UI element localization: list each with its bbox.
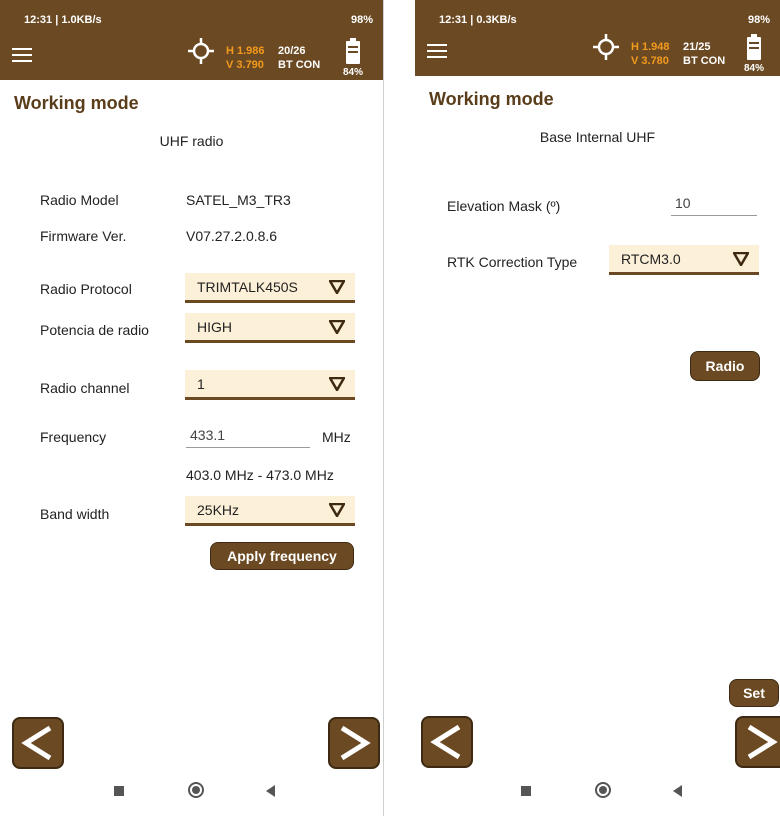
right-screen: 12:31 | 0.3KB/s 98% H 1.948 V 3.780 21/2… [415, 0, 780, 816]
radio-power-value: HIGH [197, 319, 232, 335]
satellite-count: 20/26 [278, 45, 306, 57]
left-screen: 12:31 | 1.0KB/s 98% H 1.986 V 3.790 20/2… [0, 0, 384, 816]
bluetooth-status: BT CON [683, 55, 726, 67]
screen-gap [385, 0, 415, 816]
page-title: Working mode [429, 89, 554, 109]
connection-readout: 21/25 BT CON [683, 40, 725, 68]
chevron-right-icon [747, 724, 778, 760]
band-width-label: Band width [40, 506, 110, 522]
triangle-down-icon [329, 503, 345, 517]
firmware-value: V07.27.2.0.8.6 [186, 228, 278, 244]
horizontal-precision: H 1.986 [226, 45, 265, 57]
bluetooth-status: BT CON [278, 59, 321, 71]
elevation-mask-value: 10 [675, 195, 691, 211]
radio-channel-dropdown[interactable]: 1 [185, 370, 355, 400]
vertical-precision: V 3.790 [226, 59, 264, 71]
system-nav-bar [415, 774, 780, 816]
hamburger-icon[interactable] [12, 48, 32, 64]
next-button[interactable] [735, 716, 780, 768]
battery-icon [346, 38, 360, 64]
triangle-down-icon [329, 280, 345, 294]
precision-readout: H 1.948 V 3.780 [631, 40, 670, 68]
vertical-precision: V 3.780 [631, 55, 669, 67]
back-button[interactable] [673, 785, 682, 797]
status-bar: 12:31 | 1.0KB/s 98% [0, 0, 383, 36]
band-width-value: 25KHz [197, 502, 240, 518]
frequency-value: 433.1 [190, 427, 226, 443]
rtk-correction-dropdown[interactable]: RTCM3.0 [609, 245, 759, 275]
radio-model-value: SATEL_M3_TR3 [186, 192, 291, 208]
status-battery-percent: 98% [747, 14, 770, 26]
radio-protocol-label: Radio Protocol [40, 281, 132, 297]
frequency-label: Frequency [40, 429, 107, 445]
prev-button[interactable] [12, 717, 64, 769]
crosshair-icon[interactable] [593, 34, 619, 60]
band-width-dropdown[interactable]: 25KHz [185, 496, 355, 526]
connection-readout: 20/26 BT CON [278, 44, 320, 72]
radio-protocol-value: TRIMTALK450S [197, 279, 298, 295]
satellite-count: 21/25 [683, 41, 711, 53]
status-time: 12:31 | 0.3KB/s [439, 14, 517, 26]
frequency-unit: MHz [322, 429, 351, 445]
chevron-left-icon [21, 725, 52, 761]
radio-channel-label: Radio channel [40, 380, 130, 396]
radio-protocol-dropdown[interactable]: TRIMTALK450S [185, 273, 355, 303]
app-bar: 12:31 | 1.0KB/s 98% H 1.986 V 3.790 20/2… [0, 0, 383, 80]
triangle-down-icon [733, 252, 749, 266]
status-battery-percent: 98% [350, 14, 373, 26]
crosshair-icon[interactable] [188, 38, 214, 64]
recents-button[interactable] [521, 786, 531, 796]
radio-button[interactable]: Radio [690, 351, 760, 381]
precision-readout: H 1.986 V 3.790 [226, 44, 265, 72]
next-button[interactable] [328, 717, 380, 769]
radio-power-label: Potencia de radio [40, 322, 149, 338]
page-title: Working mode [14, 93, 139, 113]
home-button[interactable] [188, 782, 204, 798]
battery-percent: 84% [743, 63, 764, 74]
battery-icon [747, 34, 761, 60]
system-nav-bar [0, 774, 383, 816]
app-bar: 12:31 | 0.3KB/s 98% H 1.948 V 3.780 21/2… [415, 0, 780, 76]
chevron-left-icon [430, 724, 461, 760]
horizontal-precision: H 1.948 [631, 41, 670, 53]
frequency-range: 403.0 MHz - 473.0 MHz [186, 467, 334, 483]
recents-button[interactable] [114, 786, 124, 796]
firmware-label: Firmware Ver. [40, 228, 127, 244]
elevation-mask-label: Elevation Mask (º) [447, 198, 561, 214]
rtk-correction-label: RTK Correction Type [447, 254, 578, 270]
battery-indicator: 84% [336, 38, 370, 78]
back-button[interactable] [266, 785, 275, 797]
elevation-mask-input[interactable]: 10 [671, 192, 757, 216]
status-bar: 12:31 | 0.3KB/s 98% [415, 0, 780, 36]
mode-subtitle: UHF radio [159, 133, 224, 149]
apply-frequency-button[interactable]: Apply frequency [210, 542, 354, 570]
hamburger-icon[interactable] [427, 44, 447, 60]
status-time: 12:31 | 1.0KB/s [24, 14, 102, 26]
mode-subtitle: Base Internal UHF [539, 129, 656, 145]
chevron-right-icon [340, 725, 371, 761]
radio-power-dropdown[interactable]: HIGH [185, 313, 355, 343]
battery-percent: 84% [342, 67, 363, 78]
radio-channel-value: 1 [197, 376, 205, 392]
triangle-down-icon [329, 320, 345, 334]
battery-indicator: 84% [737, 34, 771, 74]
triangle-down-icon [329, 377, 345, 391]
rtk-correction-value: RTCM3.0 [621, 251, 681, 267]
frequency-input[interactable]: 433.1 [186, 424, 310, 448]
radio-model-label: Radio Model [40, 192, 119, 208]
home-button[interactable] [595, 782, 611, 798]
prev-button[interactable] [421, 716, 473, 768]
set-button[interactable]: Set [729, 679, 779, 707]
